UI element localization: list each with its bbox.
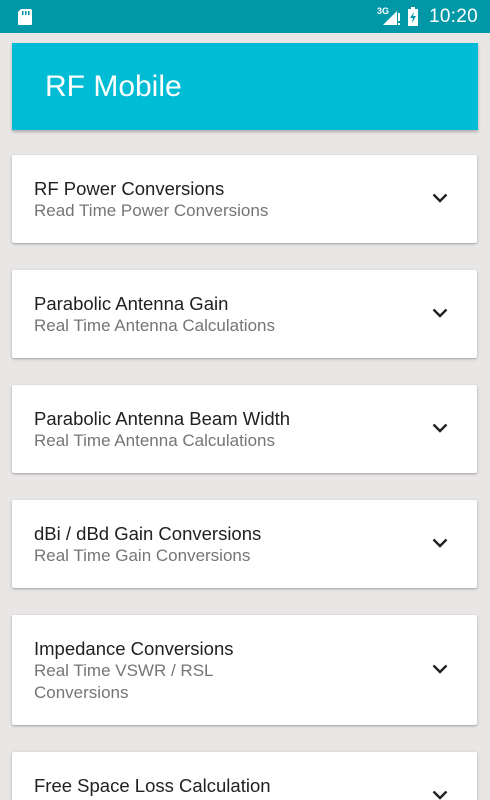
card-parabolic-antenna-beam-width[interactable]: Parabolic Antenna Beam Width Real Time A… <box>12 385 477 473</box>
card-title: dBi / dBd Gain Conversions <box>34 523 262 544</box>
card-parabolic-antenna-gain[interactable]: Parabolic Antenna Gain Real Time Antenna… <box>12 270 477 358</box>
signal-icon: 3G <box>377 6 401 27</box>
chevron-down-icon[interactable] <box>432 308 448 318</box>
card-subtitle: Real Time Antenna Calculations <box>34 431 275 450</box>
chevron-down-icon[interactable] <box>432 790 448 800</box>
status-bar: 3G 10:20 <box>0 0 490 33</box>
card-title: RF Power Conversions <box>34 178 225 199</box>
card-rf-power-conversions[interactable]: RF Power Conversions Read Time Power Con… <box>12 155 477 243</box>
chevron-down-icon[interactable] <box>432 664 448 674</box>
sd-card-icon <box>18 9 32 25</box>
card-impedance-conversions[interactable]: Impedance Conversions Real Time VSWR / R… <box>12 615 477 725</box>
card-subtitle: Read Time Power Conversions <box>34 201 269 220</box>
card-subtitle: Real Time Antenna Calculations <box>34 316 275 335</box>
card-title: Impedance Conversions <box>34 638 234 659</box>
app-bar: RF Mobile <box>12 43 478 130</box>
card-title: Parabolic Antenna Beam Width <box>34 408 291 429</box>
chevron-down-icon[interactable] <box>432 538 448 548</box>
card-free-space-loss-calculation[interactable]: Free Space Loss Calculation <box>12 752 477 800</box>
chevron-down-icon[interactable] <box>432 423 448 433</box>
card-dbi-dbd-gain-conversions[interactable]: dBi / dBd Gain Conversions Real Time Gai… <box>12 500 477 588</box>
battery-icon <box>407 6 418 26</box>
card-title: Parabolic Antenna Gain <box>34 293 229 314</box>
card-subtitle: Real Time VSWR / RSL Conversions <box>34 661 213 702</box>
chevron-down-icon[interactable] <box>432 193 448 203</box>
app-title: RF Mobile <box>45 69 182 103</box>
card-title: Free Space Loss Calculation <box>34 775 271 796</box>
clock: 10:20 <box>428 5 478 27</box>
card-subtitle: Real Time Gain Conversions <box>34 546 251 565</box>
